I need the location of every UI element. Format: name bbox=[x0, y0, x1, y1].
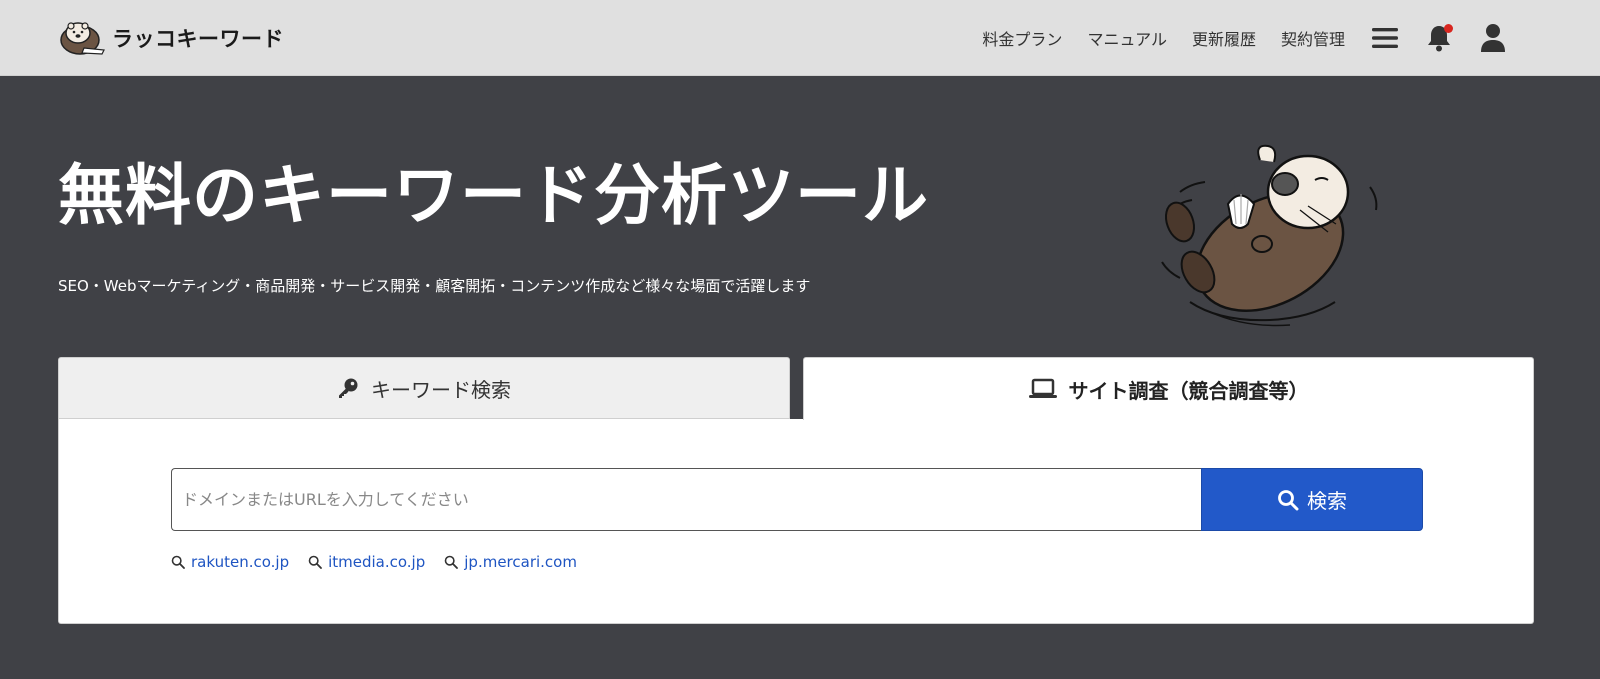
brand-name: ラッコキーワード bbox=[112, 27, 284, 51]
search-icon bbox=[308, 555, 322, 569]
domain-search-input[interactable] bbox=[171, 468, 1201, 531]
example-domain-link[interactable]: rakuten.co.jp bbox=[171, 553, 289, 571]
search-icon bbox=[444, 555, 459, 569]
example-domain-link[interactable]: jp.mercari.com bbox=[444, 553, 577, 571]
user-icon[interactable] bbox=[1478, 23, 1508, 53]
search-button[interactable]: 検索 bbox=[1201, 468, 1423, 531]
main-nav: 料金プラン マニュアル 更新履歴 契約管理 bbox=[982, 0, 1600, 76]
tab-site-research[interactable]: サイト調査（競合調査等） bbox=[803, 357, 1534, 420]
tab-site-research-label: サイト調査（競合調査等） bbox=[1068, 378, 1309, 403]
hero-subtitle: SEO・Webマーケティング・商品開発・サービス開発・顧客開拓・コンテンツ作成な… bbox=[58, 277, 811, 295]
brand-home-link[interactable]: ラッコキーワード bbox=[58, 20, 284, 56]
top-navbar: ラッコキーワード 料金プラン マニュアル 更新履歴 契約管理 bbox=[0, 0, 1600, 76]
otter-logo-icon bbox=[60, 22, 105, 55]
example-domain-text: itmedia.co.jp bbox=[328, 553, 426, 571]
search-icon bbox=[171, 555, 185, 569]
tab-keyword-search-label: キーワード検索 bbox=[371, 377, 511, 402]
laptop-icon bbox=[1028, 378, 1057, 400]
nav-link-changelog[interactable]: 更新履歴 bbox=[1192, 26, 1256, 50]
example-domain-link[interactable]: itmedia.co.jp bbox=[308, 553, 425, 571]
nav-link-pricing[interactable]: 料金プラン bbox=[982, 26, 1062, 50]
tab-keyword-search[interactable]: キーワード検索 bbox=[58, 357, 790, 419]
tab-content: 検索 rakuten.co.jp bbox=[58, 419, 1534, 624]
bell-icon[interactable] bbox=[1424, 23, 1454, 53]
search-button-label: 検索 bbox=[1307, 489, 1347, 513]
nav-link-account[interactable]: 契約管理 bbox=[1281, 26, 1345, 50]
example-domain-text: jp.mercari.com bbox=[464, 553, 577, 571]
example-domain-text: rakuten.co.jp bbox=[191, 553, 290, 571]
example-domains: rakuten.co.jp itmedia.co.jp jp.mercari.c… bbox=[171, 553, 596, 571]
key-icon bbox=[337, 377, 359, 399]
search-icon bbox=[1277, 489, 1299, 511]
notification-dot bbox=[1444, 24, 1453, 33]
otter-mascot-illustration bbox=[1161, 144, 1378, 327]
hamburger-menu-icon[interactable] bbox=[1370, 23, 1400, 53]
search-panel: キーワード検索 サイト調査（競合調査等） 検索 bbox=[58, 357, 1534, 624]
nav-link-manual[interactable]: マニュアル bbox=[1087, 26, 1167, 50]
search-form: 検索 bbox=[171, 468, 1423, 531]
hero-title: 無料のキーワード分析ツール bbox=[58, 157, 929, 234]
